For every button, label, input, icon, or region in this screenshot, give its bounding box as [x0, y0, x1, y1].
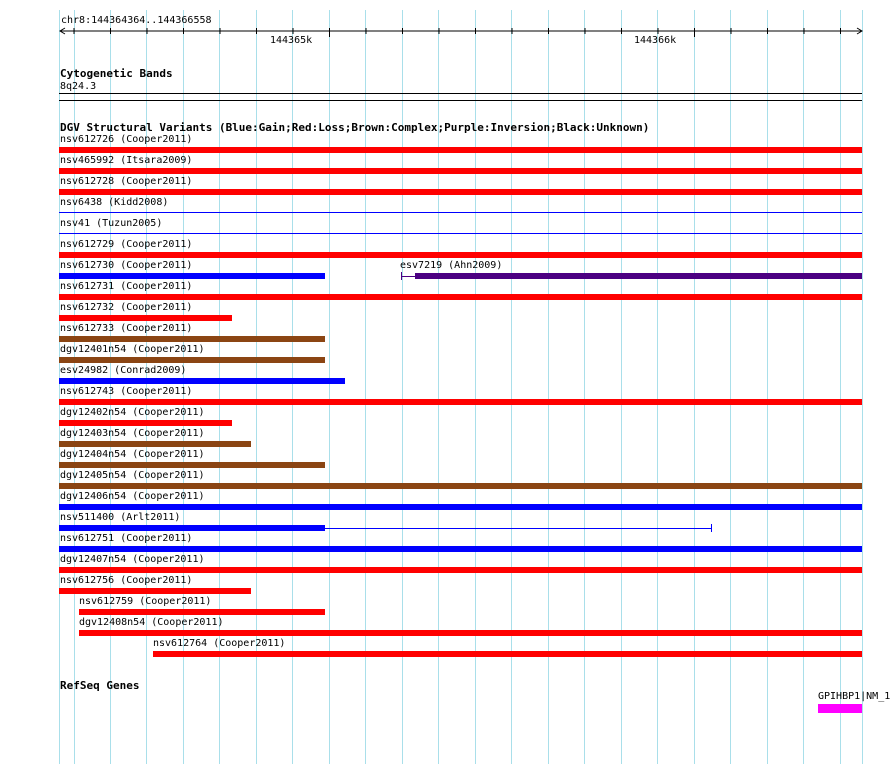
variant-bar-gain[interactable] — [59, 504, 862, 510]
variant-bar-loss[interactable] — [59, 252, 862, 258]
variant-bar-gain[interactable] — [59, 546, 862, 552]
cytogenetic-bands-title[interactable]: Cytogenetic Bands — [60, 67, 173, 80]
variant-bar-complex[interactable] — [59, 441, 251, 447]
variant-label[interactable]: dgv12404n54 (Cooper2011) — [60, 449, 205, 461]
variant-label[interactable]: nsv612751 (Cooper2011) — [60, 533, 192, 545]
variant-label[interactable]: nsv612756 (Cooper2011) — [60, 575, 192, 587]
dgv-track-title[interactable]: DGV Structural Variants (Blue:Gain;Red:L… — [60, 121, 649, 134]
variant-label[interactable]: nsv612730 (Cooper2011) — [60, 260, 192, 272]
variant-label[interactable]: nsv612731 (Cooper2011) — [60, 281, 192, 293]
variant-label[interactable]: dgv12405n54 (Cooper2011) — [60, 470, 205, 482]
cytoband-bar-top — [59, 93, 862, 94]
variant-bar-loss[interactable] — [153, 651, 862, 657]
variant-bar-loss[interactable] — [59, 588, 251, 594]
variant-label[interactable]: dgv12402n54 (Cooper2011) — [60, 407, 205, 419]
variant-end-tick — [711, 524, 712, 532]
variant-bar-gain[interactable] — [59, 525, 325, 531]
variant-label[interactable]: esv24982 (Conrad2009) — [60, 365, 186, 377]
variant-label[interactable]: dgv12406n54 (Cooper2011) — [60, 491, 205, 503]
variant-bar-gain[interactable] — [59, 273, 325, 279]
gene-label[interactable]: GPIHBP1|NM_1 — [818, 691, 890, 703]
variant-bar-inversion[interactable] — [415, 273, 862, 279]
variant-thin-segment[interactable] — [401, 276, 415, 277]
variant-label[interactable]: nsv511400 (Arlt2011) — [60, 512, 180, 524]
variant-label[interactable]: nsv612726 (Cooper2011) — [60, 134, 192, 146]
variant-label[interactable]: nsv6438 (Kidd2008) — [60, 197, 168, 209]
variant-bar-loss[interactable] — [59, 147, 862, 153]
variant-label[interactable]: nsv612759 (Cooper2011) — [79, 596, 211, 608]
variant-bar-complex[interactable] — [59, 483, 862, 489]
variant-label[interactable]: dgv12401n54 (Cooper2011) — [60, 344, 205, 356]
variant-label[interactable]: nsv465992 (Itsara2009) — [60, 155, 192, 167]
variant-bar-loss[interactable] — [59, 189, 862, 195]
cytoband-label: 8q24.3 — [60, 81, 97, 92]
variant-label[interactable]: nsv612764 (Cooper2011) — [153, 638, 285, 650]
variant-bar-loss[interactable] — [59, 420, 232, 426]
variant-label[interactable]: nsv612743 (Cooper2011) — [60, 386, 192, 398]
variant-label[interactable]: dgv12403n54 (Cooper2011) — [60, 428, 205, 440]
variant-bar-loss[interactable] — [59, 294, 862, 300]
variant-label[interactable]: nsv612733 (Cooper2011) — [60, 323, 192, 335]
refseq-genes-title[interactable]: RefSeq Genes — [60, 679, 139, 692]
position-ruler[interactable] — [59, 26, 863, 40]
variant-bar-loss[interactable] — [79, 609, 325, 615]
variant-bar-gain[interactable] — [59, 212, 862, 213]
variant-bar-loss[interactable] — [79, 630, 862, 636]
variant-end-tick — [401, 272, 402, 280]
tick-label-144365k: 144365k — [270, 35, 313, 46]
variant-label[interactable]: nsv612729 (Cooper2011) — [60, 239, 192, 251]
variant-bar-gain[interactable] — [59, 378, 345, 384]
variant-label[interactable]: dgv12408n54 (Cooper2011) — [79, 617, 224, 629]
variant-bar-loss[interactable] — [59, 315, 232, 321]
variant-label[interactable]: esv7219 (Ahn2009) — [400, 260, 502, 272]
variant-bar-complex[interactable] — [59, 336, 325, 342]
variant-bar-complex[interactable] — [59, 357, 325, 363]
variant-bar-loss[interactable] — [59, 567, 862, 573]
variant-bar-loss[interactable] — [59, 168, 862, 174]
cytoband-bar-bottom — [59, 100, 862, 101]
tick-label-144366k: 144366k — [634, 35, 677, 46]
variant-thin-segment[interactable] — [325, 528, 711, 529]
variant-label[interactable]: nsv41 (Tuzun2005) — [60, 218, 162, 230]
variant-label[interactable]: nsv612728 (Cooper2011) — [60, 176, 192, 188]
variant-bar-loss[interactable] — [59, 399, 862, 405]
variant-bar-gain[interactable] — [59, 233, 862, 234]
variant-label[interactable]: nsv612732 (Cooper2011) — [60, 302, 192, 314]
variant-label[interactable]: dgv12407n54 (Cooper2011) — [60, 554, 205, 566]
gene-feature-bar[interactable] — [818, 704, 862, 713]
variant-bar-complex[interactable] — [59, 462, 325, 468]
